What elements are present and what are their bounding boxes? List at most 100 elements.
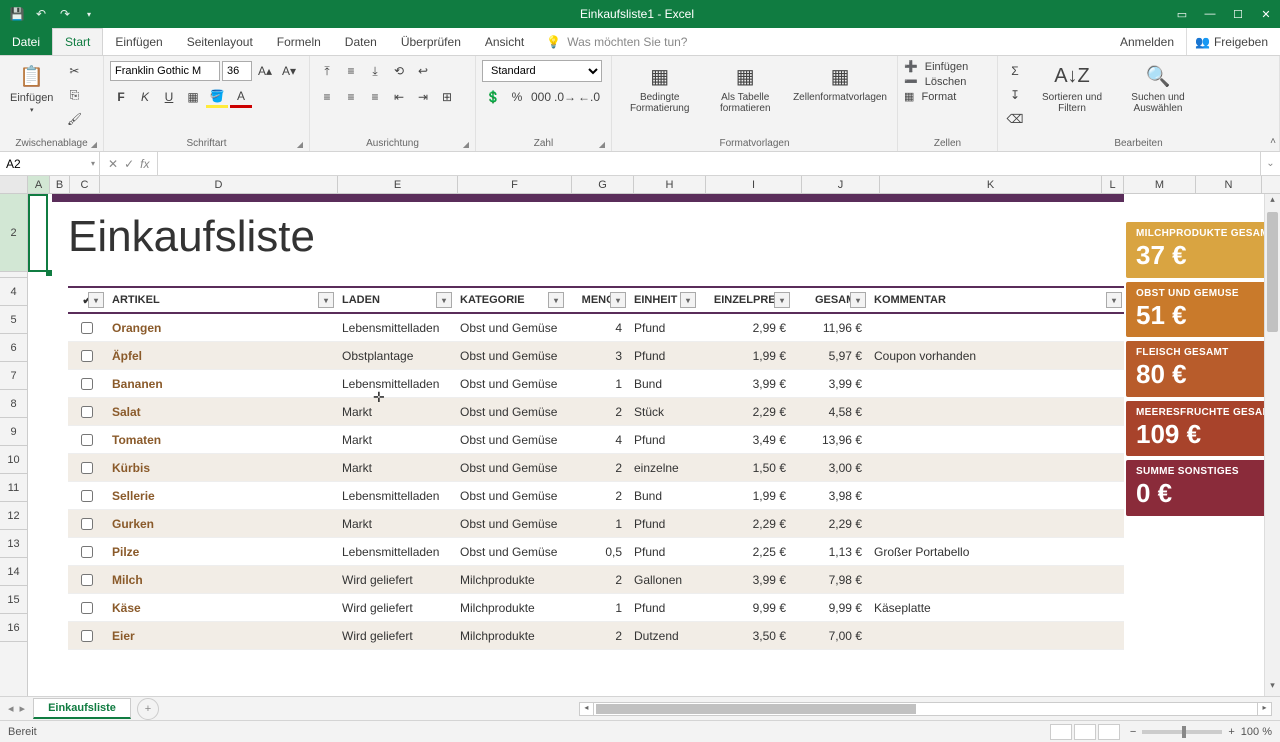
scroll-left-icon[interactable]: ◂	[580, 703, 594, 715]
cell-menge[interactable]: 2	[566, 566, 628, 593]
paste-button[interactable]: 📋 Einfügen ▾	[6, 60, 57, 116]
row-checkbox[interactable]	[68, 538, 106, 565]
horizontal-scrollbar[interactable]: ◂ ▸	[579, 702, 1272, 716]
row-checkbox[interactable]	[68, 426, 106, 453]
font-color-icon[interactable]: A	[230, 86, 252, 108]
cell-laden[interactable]: Wird geliefert	[336, 622, 454, 649]
tab-view[interactable]: Ansicht	[473, 28, 536, 55]
table-row[interactable]: OrangenLebensmittelladenObst und Gemüse4…	[68, 314, 1124, 342]
cell-menge[interactable]: 1	[566, 594, 628, 621]
conditional-formatting-button[interactable]: ▦Bedingte Formatierung	[618, 60, 701, 116]
thousands-icon[interactable]: 000	[530, 86, 552, 108]
row-header-10[interactable]: 10	[0, 446, 27, 474]
cell-gesamt[interactable]: 13,96 €	[792, 426, 868, 453]
cell-kategorie[interactable]: Obst und Gemüse	[454, 510, 566, 537]
cell-preis[interactable]: 3,50 €	[698, 622, 792, 649]
cell-preis[interactable]: 2,99 €	[698, 314, 792, 341]
view-pagelayout-icon[interactable]	[1074, 724, 1096, 740]
wrap-text-icon[interactable]: ↩	[412, 60, 434, 82]
row-header-15[interactable]: 15	[0, 586, 27, 614]
view-pagebreak-icon[interactable]	[1098, 724, 1120, 740]
fill-handle[interactable]	[46, 270, 52, 276]
cell-kategorie[interactable]: Obst und Gemüse	[454, 342, 566, 369]
cell-kategorie[interactable]: Obst und Gemüse	[454, 370, 566, 397]
cell-gesamt[interactable]: 4,58 €	[792, 398, 868, 425]
cell-einheit[interactable]: Dutzend	[628, 622, 698, 649]
table-row[interactable]: ÄpfelObstplantageObst und Gemüse3Pfund1,…	[68, 342, 1124, 370]
row-checkbox[interactable]	[68, 314, 106, 341]
align-bottom-icon[interactable]: ⤓	[364, 60, 386, 82]
dialog-launcher-icon[interactable]: ◢	[91, 140, 97, 149]
find-select-button[interactable]: 🔍Suchen und Auswählen	[1118, 60, 1198, 116]
row-checkbox[interactable]	[68, 454, 106, 481]
table-row[interactable]: PilzeLebensmittelladenObst und Gemüse0,5…	[68, 538, 1124, 566]
bold-button[interactable]: F	[110, 86, 132, 108]
cell-menge[interactable]: 4	[566, 314, 628, 341]
hscroll-thumb[interactable]	[596, 704, 916, 714]
table-row[interactable]: MilchWird geliefertMilchprodukte2Gallone…	[68, 566, 1124, 594]
col-header-G[interactable]: G	[572, 176, 634, 193]
percent-icon[interactable]: %	[506, 86, 528, 108]
filter-dropdown-icon[interactable]: ▾	[548, 292, 564, 308]
increase-font-icon[interactable]: A▴	[254, 60, 276, 82]
table-row[interactable]: KürbisMarktObst und Gemüse2einzelne1,50 …	[68, 454, 1124, 482]
row-header-9[interactable]: 9	[0, 418, 27, 446]
autosum-icon[interactable]: Σ	[1004, 60, 1026, 82]
cell-laden[interactable]: Lebensmittelladen	[336, 482, 454, 509]
align-middle-icon[interactable]: ≡	[340, 60, 362, 82]
sort-filter-button[interactable]: A↓ZSortieren und Filtern	[1032, 60, 1112, 116]
select-all-corner[interactable]	[0, 176, 28, 193]
font-name-input[interactable]	[110, 61, 220, 81]
cell-gesamt[interactable]: 9,99 €	[792, 594, 868, 621]
table-row[interactable]: SellerieLebensmittelladenObst und Gemüse…	[68, 482, 1124, 510]
row-header-14[interactable]: 14	[0, 558, 27, 586]
col-header-J[interactable]: J	[802, 176, 880, 193]
col-header-C[interactable]: C	[70, 176, 100, 193]
cell-preis[interactable]: 3,49 €	[698, 426, 792, 453]
cell-kommentar[interactable]	[868, 370, 1124, 397]
cell-kategorie[interactable]: Obst und Gemüse	[454, 482, 566, 509]
cell-gesamt[interactable]: 3,98 €	[792, 482, 868, 509]
row-checkbox[interactable]	[68, 342, 106, 369]
col-header-D[interactable]: D	[100, 176, 338, 193]
cell-einheit[interactable]: Pfund	[628, 314, 698, 341]
col-header-H[interactable]: H	[634, 176, 706, 193]
cell-gesamt[interactable]: 2,29 €	[792, 510, 868, 537]
cell-preis[interactable]: 2,29 €	[698, 398, 792, 425]
col-header-L[interactable]: L	[1102, 176, 1124, 193]
table-row[interactable]: TomatenMarktObst und Gemüse4Pfund3,49 €1…	[68, 426, 1124, 454]
font-size-input[interactable]	[222, 61, 252, 81]
filter-dropdown-icon[interactable]: ▾	[680, 292, 696, 308]
table-row[interactable]: BananenLebensmittelladenObst und Gemüse1…	[68, 370, 1124, 398]
cell-kategorie[interactable]: Obst und Gemüse	[454, 398, 566, 425]
align-left-icon[interactable]: ≡	[316, 86, 338, 108]
decrease-font-icon[interactable]: A▾	[278, 60, 300, 82]
cell-menge[interactable]: 2	[566, 398, 628, 425]
cell-preis[interactable]: 9,99 €	[698, 594, 792, 621]
chevron-down-icon[interactable]: ▾	[91, 159, 99, 168]
collapse-ribbon-icon[interactable]: ˄	[1270, 136, 1276, 147]
cell-artikel[interactable]: Pilze	[106, 538, 336, 565]
dialog-launcher-icon[interactable]: ◢	[297, 140, 303, 149]
col-gesamt[interactable]: GESAMT▾	[792, 288, 868, 312]
signin-button[interactable]: Anmelden	[1112, 28, 1182, 55]
cell-preis[interactable]: 3,99 €	[698, 370, 792, 397]
row-header-2[interactable]: 2	[0, 194, 27, 272]
qat-customize-icon[interactable]: ▾	[80, 5, 98, 23]
row-header-11[interactable]: 11	[0, 474, 27, 502]
filter-dropdown-icon[interactable]: ▾	[88, 292, 104, 308]
cell-gesamt[interactable]: 7,00 €	[792, 622, 868, 649]
sheet-tab-einkaufsliste[interactable]: Einkaufsliste	[33, 698, 131, 719]
cell-menge[interactable]: 3	[566, 342, 628, 369]
col-einheit[interactable]: EINHEIT▾	[628, 288, 698, 312]
col-header-F[interactable]: F	[458, 176, 572, 193]
border-icon[interactable]: ▦	[182, 86, 204, 108]
cell-artikel[interactable]: Milch	[106, 566, 336, 593]
format-as-table-button[interactable]: ▦Als Tabelle formatieren	[707, 60, 783, 116]
redo-icon[interactable]: ↷	[56, 5, 74, 23]
cell-kategorie[interactable]: Obst und Gemüse	[454, 454, 566, 481]
col-check[interactable]: ✔▾	[68, 288, 106, 312]
tab-pagelayout[interactable]: Seitenlayout	[175, 28, 265, 55]
cell-einheit[interactable]: Pfund	[628, 538, 698, 565]
col-header-B[interactable]: B	[50, 176, 70, 193]
